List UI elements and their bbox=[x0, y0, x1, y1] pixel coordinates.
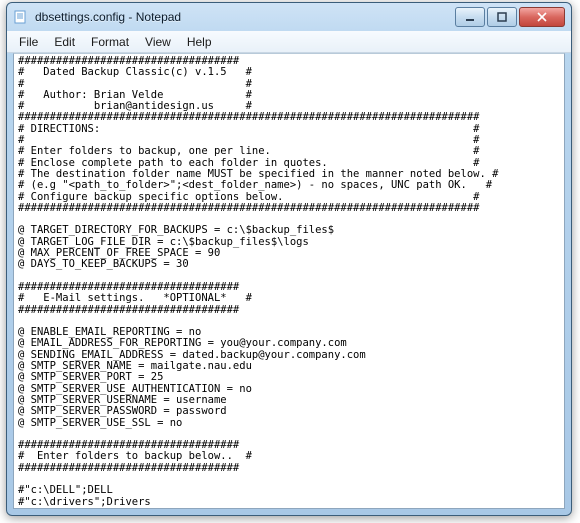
menu-help[interactable]: Help bbox=[179, 33, 220, 51]
menu-bar: File Edit Format View Help bbox=[7, 31, 571, 53]
client-area: ################################### # Da… bbox=[13, 53, 565, 509]
menu-edit[interactable]: Edit bbox=[46, 33, 83, 51]
close-icon bbox=[537, 12, 547, 22]
notepad-window: dbsettings.config - Notepad File bbox=[6, 2, 572, 516]
titlebar[interactable]: dbsettings.config - Notepad bbox=[7, 3, 571, 31]
window-title: dbsettings.config - Notepad bbox=[35, 10, 453, 24]
maximize-icon bbox=[497, 12, 507, 22]
close-button[interactable] bbox=[519, 7, 565, 27]
menu-format[interactable]: Format bbox=[83, 33, 137, 51]
maximize-button[interactable] bbox=[487, 7, 517, 27]
minimize-icon bbox=[465, 12, 475, 22]
menu-file[interactable]: File bbox=[11, 33, 46, 51]
minimize-button[interactable] bbox=[455, 7, 485, 27]
menu-view[interactable]: View bbox=[137, 33, 179, 51]
window-controls bbox=[453, 7, 565, 27]
notepad-app-icon bbox=[13, 9, 29, 25]
text-editor[interactable]: ################################### # Da… bbox=[14, 54, 564, 508]
